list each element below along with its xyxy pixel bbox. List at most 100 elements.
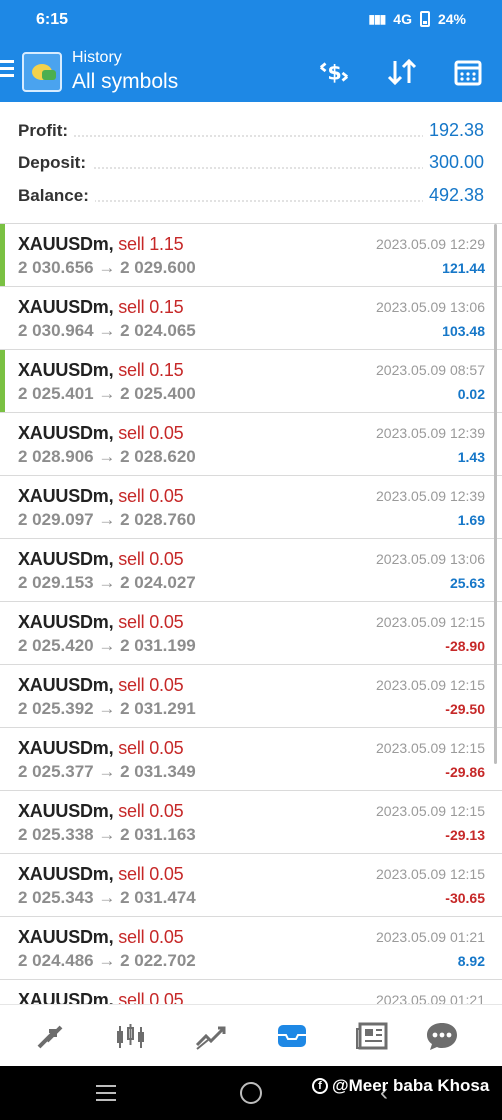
close-price: 2 024.065 bbox=[120, 321, 196, 340]
trade-row[interactable]: XAUUSDm, sell 0.05 2 029.097 → 2 028.760 2… bbox=[0, 476, 502, 539]
symbol-name: XAUUSDm, bbox=[18, 864, 114, 884]
trade-symbol: XAUUSDm, sell 0.05 bbox=[18, 738, 184, 759]
history-summary: Profit: 192.38 Deposit: 300.00 Balance: … bbox=[0, 102, 502, 224]
symbol-name: XAUUSDm, bbox=[18, 801, 114, 821]
close-price: 2 022.702 bbox=[120, 951, 196, 970]
deposit-value: 300.00 bbox=[422, 152, 484, 173]
trade-prices: 2 028.906 → 2 028.620 bbox=[18, 447, 196, 466]
trade-symbol: XAUUSDm, sell 0.05 bbox=[18, 864, 184, 885]
trade-symbol: XAUUSDm, sell 0.05 bbox=[18, 990, 184, 1004]
calendar-icon[interactable] bbox=[452, 56, 484, 88]
open-price: 2 025.343 bbox=[18, 888, 94, 907]
trade-symbol: XAUUSDm, sell 0.05 bbox=[18, 423, 184, 444]
close-price: 2 031.163 bbox=[120, 825, 196, 844]
close-price: 2 029.600 bbox=[120, 258, 196, 277]
close-price: 2 031.474 bbox=[120, 888, 196, 907]
trade-row[interactable]: XAUUSDm, sell 0.15 2 030.964 → 2 024.065 2… bbox=[0, 287, 502, 350]
trade-time: 2023.05.09 13:06 bbox=[376, 299, 485, 315]
trade-row[interactable]: XAUUSDm, sell 0.05 2 029.153 → 2 024.027 2… bbox=[0, 539, 502, 602]
symbol-name: XAUUSDm, bbox=[18, 423, 114, 443]
trade-row[interactable]: XAUUSDm, sell 0.05 2 025.338 → 2 031.163 2… bbox=[0, 791, 502, 854]
trade-row[interactable]: XAUUSDm, sell 0.05 2 025.392 → 2 031.291 2… bbox=[0, 665, 502, 728]
trade-time: 2023.05.09 12:15 bbox=[376, 677, 485, 693]
symbol-name: XAUUSDm, bbox=[18, 990, 114, 1004]
trade-symbol: XAUUSDm, sell 0.05 bbox=[18, 675, 184, 696]
trade-side: sell 0.05 bbox=[118, 738, 184, 758]
trade-side: sell 0.05 bbox=[118, 423, 184, 443]
trade-symbol: XAUUSDm, sell 0.15 bbox=[18, 297, 184, 318]
list-scrollbar[interactable] bbox=[494, 224, 497, 764]
page-title[interactable]: All symbols bbox=[72, 70, 178, 94]
sort-icon[interactable] bbox=[386, 56, 418, 88]
open-price: 2 030.964 bbox=[18, 321, 94, 340]
trade-time: 2023.05.09 01:21 bbox=[376, 929, 485, 945]
trade-profit: 103.48 bbox=[442, 323, 485, 339]
symbol-name: XAUUSDm, bbox=[18, 549, 114, 569]
trade-row[interactable]: XAUUSDm, sell 0.05 2 024.486 → 2 022.702 2… bbox=[0, 917, 502, 980]
close-price: 2 028.620 bbox=[120, 447, 196, 466]
home-icon[interactable] bbox=[240, 1082, 262, 1104]
page-subtitle: History bbox=[72, 49, 122, 66]
trade-row[interactable]: XAUUSDm, sell 1.15 2 030.656 → 2 029.600 2… bbox=[0, 224, 502, 287]
signal-icon: ▮▮▮ bbox=[368, 12, 386, 26]
menu-icon[interactable] bbox=[0, 60, 14, 78]
trade-row[interactable]: XAUUSDm, sell 0.15 2 025.401 → 2 025.400 2… bbox=[0, 350, 502, 413]
trade-side: sell 0.05 bbox=[118, 927, 184, 947]
trade-side: sell 0.05 bbox=[118, 801, 184, 821]
trade-prices: 2 025.392 → 2 031.291 bbox=[18, 699, 196, 718]
recent-apps-icon[interactable] bbox=[96, 1085, 116, 1106]
open-price: 2 029.097 bbox=[18, 510, 94, 529]
trade-time: 2023.05.09 12:29 bbox=[376, 236, 485, 252]
symbol-name: XAUUSDm, bbox=[18, 738, 114, 758]
trade-row[interactable]: XAUUSDm, sell 0.05 2 025.377 → 2 031.349 2… bbox=[0, 728, 502, 791]
symbol-name: XAUUSDm, bbox=[18, 486, 114, 506]
trade-icon[interactable] bbox=[34, 1019, 70, 1053]
status-time: 6:15 bbox=[36, 11, 69, 28]
close-price: 2 031.349 bbox=[120, 762, 196, 781]
close-price: 2 031.199 bbox=[120, 636, 196, 655]
currency-exchange-icon[interactable]: $ bbox=[318, 56, 350, 88]
trade-time: 2023.05.09 12:39 bbox=[376, 425, 485, 441]
trade-prices: 2 029.097 → 2 028.760 bbox=[18, 510, 196, 529]
symbol-name: XAUUSDm, bbox=[18, 675, 114, 695]
trade-profit: -29.13 bbox=[445, 827, 485, 843]
symbol-name: XAUUSDm, bbox=[18, 927, 114, 947]
trade-prices: 2 025.343 → 2 031.474 bbox=[18, 888, 196, 907]
watermark: f @Meer baba Khosa bbox=[312, 1076, 489, 1096]
quotes-icon[interactable] bbox=[193, 1019, 229, 1053]
trade-side: sell 0.05 bbox=[118, 864, 184, 884]
history-icon[interactable] bbox=[274, 1019, 310, 1053]
balance-label: Balance: bbox=[18, 186, 95, 206]
trade-row[interactable]: XAUUSDm, sell 0.05 2 025.420 → 2 031.199 2… bbox=[0, 602, 502, 665]
app-bar: History All symbols $ bbox=[0, 42, 502, 102]
trade-symbol: XAUUSDm, sell 0.15 bbox=[18, 360, 184, 381]
close-price: 2 025.400 bbox=[120, 384, 196, 403]
open-price: 2 025.392 bbox=[18, 699, 94, 718]
trade-symbol: XAUUSDm, sell 0.05 bbox=[18, 549, 184, 570]
trade-row[interactable]: XAUUSDm, sell 0.05 2 028.906 → 2 028.620 2… bbox=[0, 413, 502, 476]
trade-time: 2023.05.09 01:21 bbox=[376, 992, 485, 1004]
open-price: 2 028.906 bbox=[18, 447, 94, 466]
trade-time: 2023.05.09 12:15 bbox=[376, 803, 485, 819]
news-icon[interactable] bbox=[354, 1019, 390, 1053]
trade-profit: -29.86 bbox=[445, 764, 485, 780]
trade-side: sell 0.05 bbox=[118, 675, 184, 695]
facebook-icon: f bbox=[312, 1078, 328, 1094]
profit-value: 192.38 bbox=[422, 120, 484, 141]
trade-side: sell 0.05 bbox=[118, 549, 184, 569]
trade-side: sell 0.05 bbox=[118, 486, 184, 506]
profit-label: Profit: bbox=[18, 121, 75, 141]
trade-time: 2023.05.09 13:06 bbox=[376, 551, 485, 567]
network-label: 4G bbox=[393, 11, 412, 27]
trade-row[interactable]: XAUUSDm, sell 0.05 → 2023.05.09 01:21 bbox=[0, 980, 502, 1004]
trade-prices: 2 029.153 → 2 024.027 bbox=[18, 573, 196, 592]
trade-side: sell 1.15 bbox=[118, 234, 184, 254]
trade-profit: -29.50 bbox=[445, 701, 485, 717]
trade-side: sell 0.15 bbox=[118, 360, 184, 380]
chat-icon[interactable] bbox=[424, 1019, 460, 1053]
trade-profit: 0.02 bbox=[457, 386, 485, 402]
chart-icon[interactable] bbox=[112, 1019, 148, 1053]
trade-row[interactable]: XAUUSDm, sell 0.05 2 025.343 → 2 031.474 2… bbox=[0, 854, 502, 917]
trade-side: sell 0.05 bbox=[118, 612, 184, 632]
trade-prices: 2 030.964 → 2 024.065 bbox=[18, 321, 196, 340]
